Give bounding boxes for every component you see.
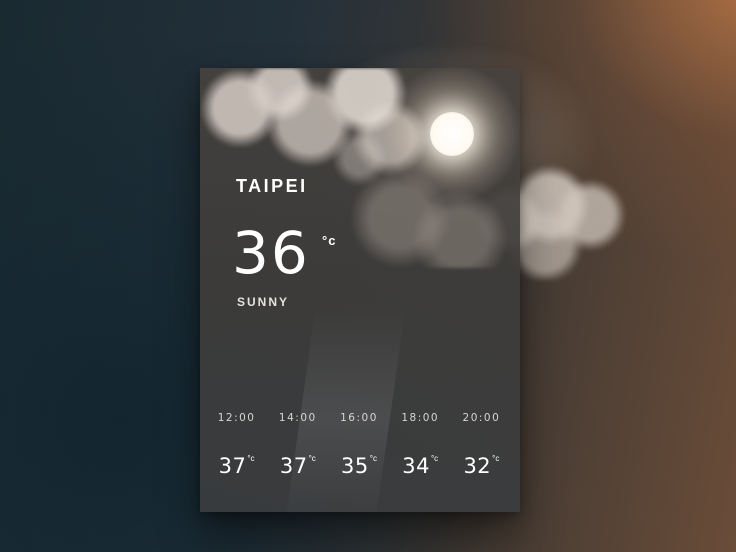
weather-condition: SUNNY <box>237 295 290 309</box>
current-temperature: 36 <box>232 219 310 287</box>
forecast-unit: °c <box>430 454 439 463</box>
forecast-temperature: 37 <box>218 454 247 478</box>
forecast-time: 12:00 <box>217 412 256 424</box>
forecast-item: 12:00 37°c <box>206 412 267 492</box>
forecast-item: 14:00 37°c <box>267 412 328 492</box>
sun-disc <box>430 112 474 156</box>
forecast-temperature: 34 <box>402 454 430 478</box>
forecast-unit: °c <box>369 454 377 463</box>
forecast-item: 18:00 34°c <box>390 412 451 492</box>
forecast-time: 18:00 <box>401 412 440 424</box>
forecast-time: 16:00 <box>340 412 378 424</box>
city-name: TAIPEI <box>236 176 308 196</box>
forecast-temperature: 35 <box>341 454 369 478</box>
forecast-temperature: 37 <box>279 454 308 478</box>
forecast-temperature: 32 <box>463 454 492 478</box>
forecast-item: 20:00 32°c <box>451 412 512 492</box>
forecast-time: 14:00 <box>278 412 317 424</box>
current-temperature-unit: °c <box>322 233 337 248</box>
forecast-time: 20:00 <box>462 412 501 424</box>
forecast-unit: °c <box>247 454 255 463</box>
forecast-unit: °c <box>492 454 500 463</box>
hourly-forecast: 12:00 37°c 14:00 37°c 16:00 35°c 18:00 3… <box>206 412 512 492</box>
forecast-unit: °c <box>308 454 316 463</box>
forecast-item: 16:00 35°c <box>328 412 389 492</box>
